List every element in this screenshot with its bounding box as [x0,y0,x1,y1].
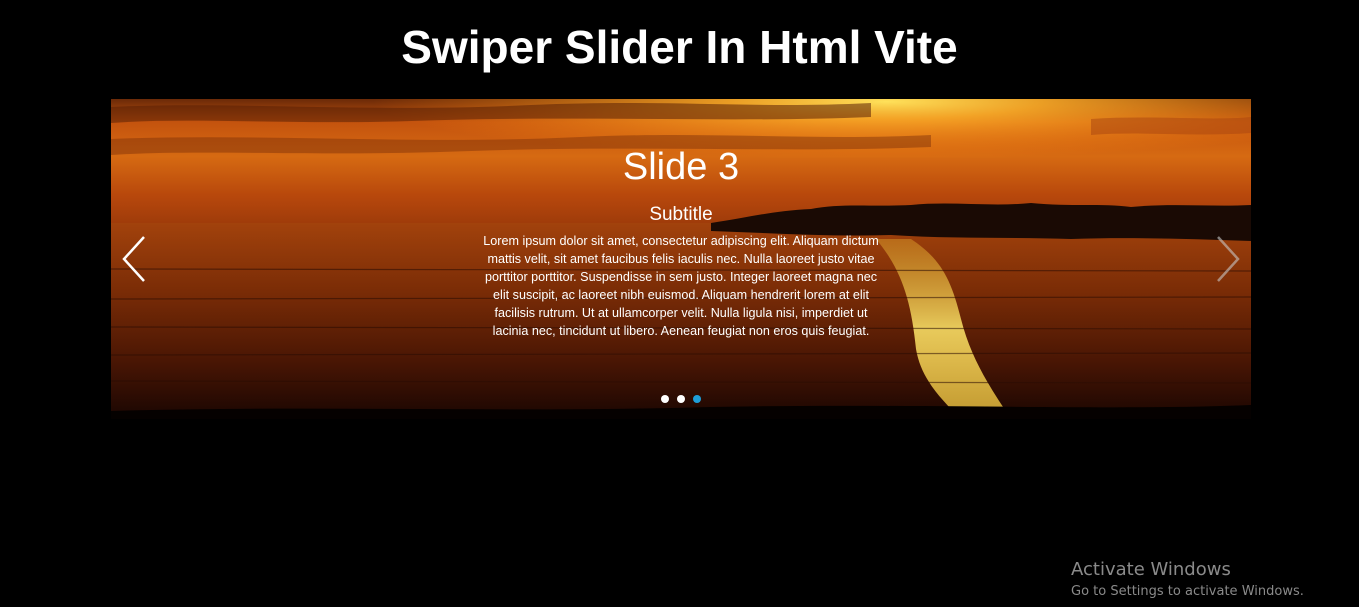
pagination-bullet-3[interactable] [693,395,701,403]
slide-title: Slide 3 [622,146,740,188]
slider-pagination [111,395,1251,403]
swiper-slider[interactable]: Slide 3 Subtitle Lorem ipsum dolor sit a… [111,99,1251,419]
next-slide-button[interactable] [1213,235,1243,283]
chevron-right-icon [1217,236,1240,282]
watermark-title: Activate Windows [1071,559,1231,580]
pagination-bullet-2[interactable] [677,395,685,403]
slide-content: Slide 3 Subtitle Lorem ipsum dolor sit a… [481,143,881,341]
page-title: Swiper Slider In Html Vite [401,21,958,73]
chevron-left-icon [122,236,145,282]
slide-text: Lorem ipsum dolor sit amet, consectetur … [483,234,879,339]
windows-activation-watermark: Activate Windows Go to Settings to activ… [1071,558,1341,601]
slide-subtitle: Subtitle [649,204,713,225]
watermark-subtitle: Go to Settings to activate Windows. [1071,584,1304,599]
page: Swiper Slider In Html Vite Slide 3 Subti… [0,0,1359,607]
prev-slide-button[interactable] [119,235,149,283]
pagination-bullet-1[interactable] [661,395,669,403]
